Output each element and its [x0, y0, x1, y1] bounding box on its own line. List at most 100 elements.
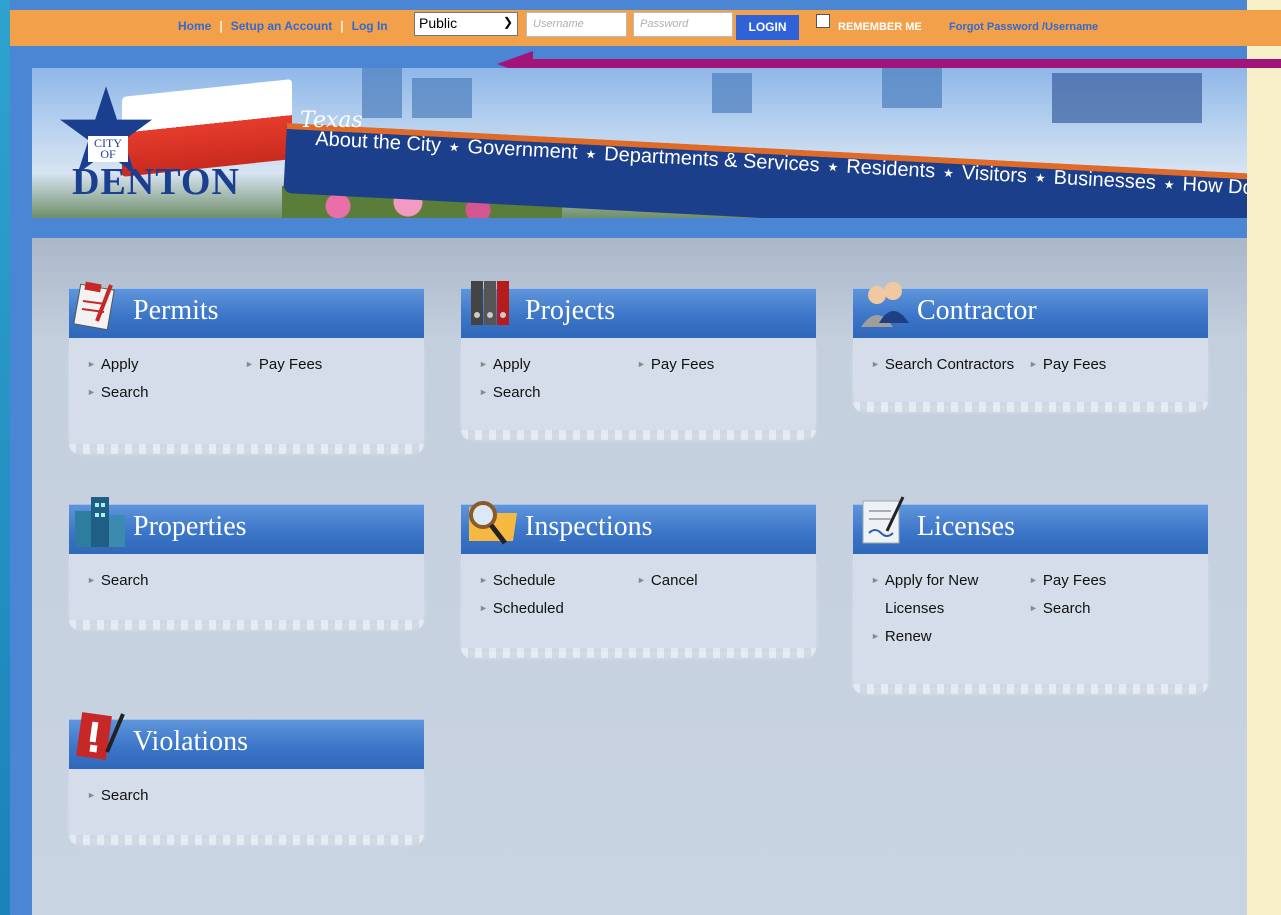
projects-pay-fees-link[interactable]: ► Pay Fees [637, 356, 714, 373]
card-body: ► Search Contractors ► Pay Fees [853, 338, 1208, 412]
triangle-right-icon: ► [1029, 603, 1038, 613]
permits-search-link[interactable]: ► Search [87, 384, 148, 401]
skyline-building [362, 68, 402, 118]
card-title: Projects [525, 295, 616, 326]
licenses-renew-link[interactable]: ► Renew [871, 628, 932, 645]
triangle-right-icon: ► [479, 387, 488, 397]
licenses-apply-new-link[interactable]: ► Apply for New [871, 572, 978, 589]
triangle-right-icon: ► [479, 603, 488, 613]
card-title: Licenses [917, 511, 1015, 542]
star-separator-icon: ★ [448, 139, 460, 155]
licenses-search-link[interactable]: ► Search [1029, 600, 1090, 617]
setup-account-link[interactable]: Setup an Account [231, 19, 333, 33]
inspections-cancel-link[interactable]: ► Cancel [637, 572, 698, 589]
permits-apply-link[interactable]: ► Apply [87, 356, 138, 373]
violation-notepad-icon [76, 712, 125, 760]
menu-residents[interactable]: Residents [846, 156, 936, 184]
card-header: Inspections [461, 501, 816, 554]
card-header: Permits [69, 281, 424, 338]
card-title: Inspections [525, 511, 653, 542]
home-link[interactable]: Home [178, 19, 211, 33]
torn-edge [69, 444, 424, 454]
contractor-pay-fees-link[interactable]: ► Pay Fees [1029, 356, 1106, 373]
card-title: Permits [133, 295, 219, 326]
star-separator-icon: ★ [942, 165, 955, 181]
triangle-right-icon: ► [87, 359, 96, 369]
card-header: Violations [69, 712, 424, 769]
triangle-right-icon: ► [871, 575, 880, 585]
skyline-building [882, 68, 942, 108]
star-separator-icon: ★ [827, 159, 839, 175]
card-body: ► Schedule ► Scheduled ► Cancel [461, 554, 816, 658]
logo-city-of: CITY OF [88, 136, 128, 162]
search-contractors-link[interactable]: ► Search Contractors [871, 356, 1014, 373]
card-body: ► Apply for New Licenses ► Renew ► Pay Fees… [853, 554, 1208, 694]
triangle-right-icon: ► [637, 575, 646, 585]
card-header: Properties [69, 497, 424, 554]
inspections-scheduled-link[interactable]: ► Scheduled [479, 600, 564, 617]
clipboard-icon [73, 281, 115, 331]
card-body: ► Apply ► Search ► Pay Fees [69, 338, 424, 454]
slide-background-strip [1247, 0, 1281, 915]
site-banner: ★ CITY OF DENTON Texas About the City ★ Go… [32, 68, 1247, 218]
binders-icon [471, 281, 509, 325]
projects-search-link[interactable]: ► Search [479, 384, 540, 401]
torn-edge [461, 648, 816, 658]
skyline-building [412, 78, 472, 118]
card-body: ► Search [69, 554, 424, 630]
triangle-right-icon: ► [479, 359, 488, 369]
torn-edge [853, 684, 1208, 694]
forgot-password-link[interactable]: Forgot Password /Username [949, 21, 1098, 33]
star-separator-icon: ★ [1034, 170, 1047, 185]
triangle-right-icon: ► [87, 575, 96, 585]
skyline-building [712, 73, 752, 113]
card-title: Contractor [917, 295, 1037, 326]
people-icon [861, 282, 909, 327]
inspections-schedule-link[interactable]: ► Schedule [479, 572, 555, 589]
folder-magnifier-icon [469, 501, 517, 545]
chevron-down-icon: ❯ [502, 15, 513, 29]
card-header: Contractor [853, 282, 1208, 338]
torn-edge [853, 402, 1208, 412]
triangle-right-icon: ► [245, 359, 254, 369]
licenses-pay-fees-link[interactable]: ► Pay Fees [1029, 572, 1106, 589]
star-separator-icon: ★ [585, 146, 597, 162]
content-panel: Permits ► Apply ► Search ► Pay Fees Project… [32, 238, 1247, 915]
triangle-right-icon: ► [871, 631, 880, 641]
courthouse-building [1052, 73, 1202, 123]
remember-me-checkbox[interactable] [816, 14, 830, 28]
torn-edge [69, 835, 424, 845]
torn-edge [461, 430, 816, 440]
login-button[interactable]: LOGIN [736, 15, 799, 40]
logo-denton[interactable]: DENTON [72, 160, 240, 204]
menu-visitors[interactable]: Visitors [961, 162, 1027, 188]
buildings-icon [75, 497, 125, 547]
card-body: ► Apply ► Search ► Pay Fees [461, 338, 816, 440]
login-bar: Home | Setup an Account | Log In Public ❯ Us… [10, 10, 1281, 46]
top-nav: Home | Setup an Account | Log In [178, 19, 388, 33]
triangle-right-icon: ► [87, 387, 96, 397]
star-separator-icon: ★ [1163, 177, 1175, 192]
licenses-apply-new-link-line2[interactable]: Licenses [885, 600, 944, 617]
violations-search-link[interactable]: ► Search [87, 787, 148, 804]
card-title: Violations [133, 726, 248, 757]
card-body: ► Search [69, 769, 424, 845]
password-input[interactable]: Password [633, 12, 733, 37]
username-input[interactable]: Username [526, 12, 627, 37]
permits-pay-fees-link[interactable]: ► Pay Fees [245, 356, 322, 373]
certificate-icon [862, 496, 905, 544]
triangle-right-icon: ► [479, 575, 488, 585]
triangle-right-icon: ► [1029, 575, 1038, 585]
role-select[interactable]: Public ❯ [414, 12, 518, 36]
remember-me-label: REMEMBER ME [838, 21, 922, 33]
card-title: Properties [133, 511, 247, 542]
torn-edge [69, 620, 424, 630]
login-link[interactable]: Log In [352, 19, 388, 33]
annotation-arrow-shaft [530, 59, 1281, 68]
card-header: Projects [461, 281, 816, 338]
triangle-right-icon: ► [871, 359, 880, 369]
card-header: Licenses [853, 496, 1208, 554]
triangle-right-icon: ► [87, 790, 96, 800]
projects-apply-link[interactable]: ► Apply [479, 356, 530, 373]
properties-search-link[interactable]: ► Search [87, 572, 148, 589]
